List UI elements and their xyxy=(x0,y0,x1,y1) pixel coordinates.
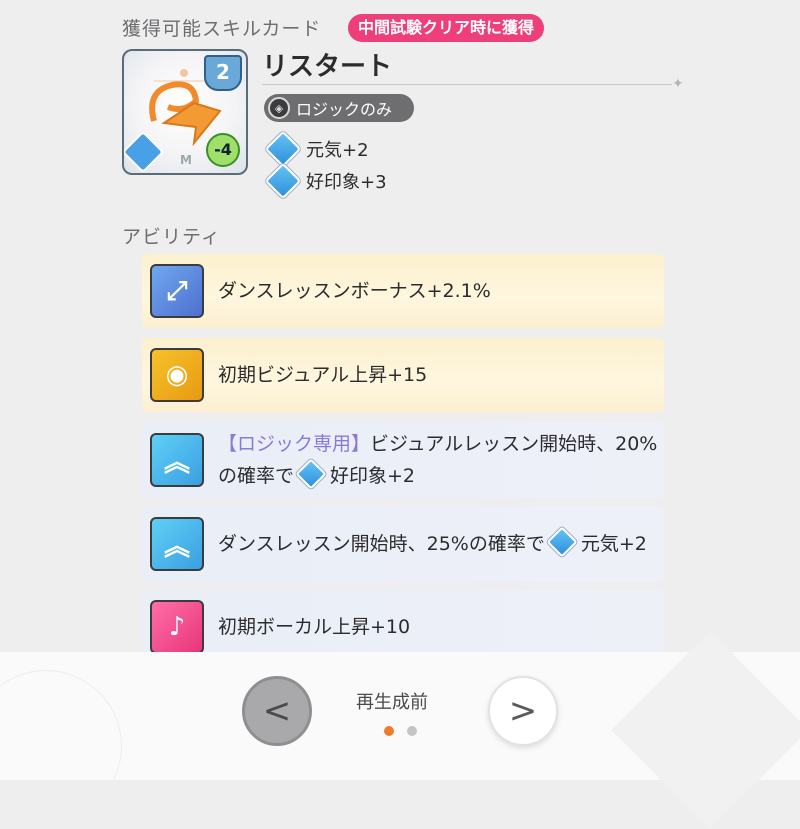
card-effect-impression: 好印象+3 xyxy=(264,162,387,200)
card-effect-text: 好印象+3 xyxy=(306,172,387,193)
plan-tag: ◈ ロジックのみ xyxy=(264,94,415,122)
next-button[interactable]: > xyxy=(488,676,558,746)
logic-only-label: 【ロジック専用】 xyxy=(218,433,371,455)
good-impression-icon xyxy=(295,458,327,490)
ability-text-effect: 好印象+2 xyxy=(330,465,416,487)
ability-text: 【ロジック専用】ビジュアルレッスン開始時、20%の確率で 好印象+2 xyxy=(218,428,664,492)
ability-item: ◉ 初期ビジュアル上昇+15 xyxy=(142,338,664,412)
page-indicator-dot-active[interactable] xyxy=(384,726,394,736)
state-label: 再生成前 xyxy=(356,692,428,713)
abilities-title: アビリティ xyxy=(122,226,221,248)
genki-icon xyxy=(546,526,578,558)
ability-item: ︽ ダンスレッスン開始時、25%の確率で 元気+2 xyxy=(142,506,664,582)
page-indicator-dot[interactable] xyxy=(407,726,417,736)
ability-text: ダンスレッスン開始時、25%の確率で 元気+2 xyxy=(218,526,647,560)
name-divider xyxy=(262,84,672,85)
ability-text: 初期ボーカル上昇+10 xyxy=(218,616,411,638)
ability-item: ⤢ ダンスレッスンボーナス+2.1% xyxy=(142,254,664,328)
ability-text: 初期ビジュアル上昇+15 xyxy=(218,364,428,386)
previous-button[interactable]: < xyxy=(242,676,312,746)
skill-card-name: リスタート xyxy=(262,52,393,82)
vocal-icon: ♪ xyxy=(150,600,204,654)
chevron-right-icon: > xyxy=(508,691,538,731)
card-effect-genki: 元気+2 xyxy=(264,130,369,168)
genki-icon xyxy=(264,130,302,168)
card-cost-badge: 2 xyxy=(204,55,242,91)
ability-item: ︽ 【ロジック専用】ビジュアルレッスン開始時、20%の確率で 好印象+2 xyxy=(142,422,664,498)
skill-trigger-icon: ︽ xyxy=(150,433,204,487)
chevron-left-icon: < xyxy=(262,691,292,731)
card-effect-text: 元気+2 xyxy=(306,140,369,161)
card-art-letter: M xyxy=(180,153,192,167)
sparkle-icon: ✦ xyxy=(672,76,684,92)
section-title-skill-card: 獲得可能スキルカード xyxy=(122,18,322,40)
ability-text-main: ダンスレッスン開始時、25%の確率で xyxy=(218,533,545,555)
logic-plan-icon: ◈ xyxy=(268,97,290,119)
dance-lesson-icon: ⤢ xyxy=(150,264,204,318)
visual-icon: ◉ xyxy=(150,348,204,402)
plan-tag-label: ロジックのみ xyxy=(296,100,393,119)
good-impression-icon xyxy=(264,162,302,200)
ability-text-effect: 元気+2 xyxy=(580,533,647,555)
acquisition-condition-badge: 中間試験クリア時に獲得 xyxy=(348,14,545,42)
skill-trigger-icon: ︽ xyxy=(150,517,204,571)
ability-text: ダンスレッスンボーナス+2.1% xyxy=(218,280,491,302)
skill-card-image[interactable]: 2 -4 M xyxy=(122,49,248,175)
card-stamina-badge: -4 xyxy=(206,133,240,167)
